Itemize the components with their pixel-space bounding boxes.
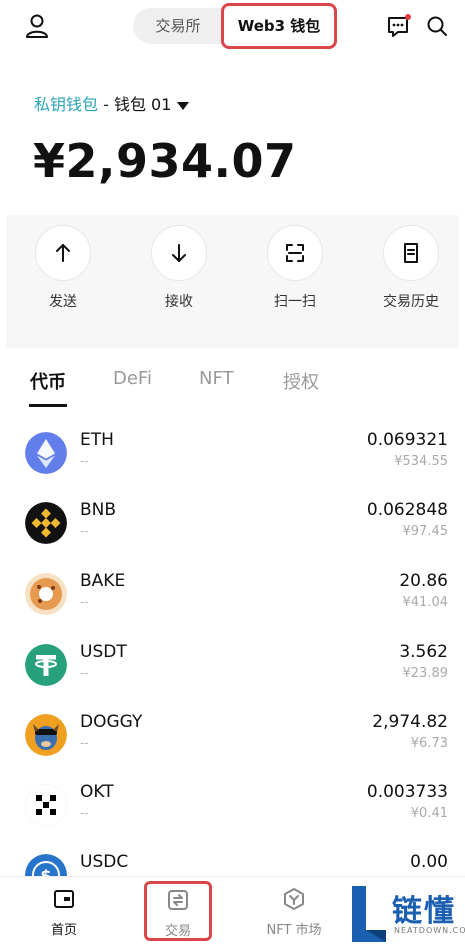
token-row-bnb[interactable]: BNB -- 0.062848 ¥97.45 (0, 494, 465, 564)
tab-exchange[interactable]: 交易所 (133, 8, 223, 44)
watermark-domain: NEATDOWN.COM (394, 926, 465, 935)
okt-logo-icon (25, 784, 67, 826)
top-bar: 交易所 Web3 钱包 (0, 0, 465, 52)
token-value: ¥97.45 (402, 524, 449, 539)
active-tab-indicator (29, 404, 67, 407)
scan-icon (286, 244, 304, 262)
history-button[interactable]: 交易历史 (366, 225, 456, 311)
total-balance: ¥2,934.07 (33, 134, 297, 188)
history-label: 交易历史 (383, 294, 439, 310)
quick-actions: 发送 接收 扫一扫 交易历史 (6, 215, 459, 348)
scan-button[interactable]: 扫一扫 (250, 225, 340, 311)
token-sub: -- (80, 524, 89, 538)
home-icon (54, 890, 74, 908)
send-label: 发送 (49, 294, 77, 310)
arrow-down-icon (172, 244, 186, 262)
wallet-selector[interactable]: 私钥钱包 - 钱包 01 (34, 94, 190, 116)
send-button[interactable]: 发送 (18, 225, 108, 311)
token-amount: 0.069321 (366, 430, 448, 450)
token-value: ¥6.73 (410, 736, 448, 751)
token-symbol: USDC (80, 852, 129, 872)
token-sub: -- (80, 595, 89, 609)
token-sub: -- (80, 806, 89, 820)
token-symbol: USDT (80, 642, 127, 662)
asset-tabs: 代币 DeFi NFT 授权 (0, 360, 465, 410)
receive-label: 接收 (165, 294, 193, 310)
token-sub: -- (80, 454, 89, 468)
eth-logo-icon (25, 432, 67, 474)
arrow-up-icon (56, 244, 70, 262)
trade-icon (168, 890, 188, 910)
token-row-bake[interactable]: BAKE -- 20.86 ¥41.04 (0, 565, 465, 635)
token-symbol: DOGGY (80, 712, 143, 732)
token-amount: 0.003733 (366, 782, 448, 802)
history-icon (404, 243, 418, 263)
tab-tokens[interactable]: 代币 (30, 368, 66, 394)
tab-nft[interactable]: NFT (199, 368, 234, 389)
token-amount: 0.00 (410, 852, 448, 872)
usdt-logo-icon (25, 644, 67, 686)
watermark-name: 链懂 (392, 894, 456, 929)
nav-trade[interactable]: 交易 (144, 881, 212, 941)
token-amount: 0.062848 (366, 500, 448, 520)
token-sub: -- (80, 736, 89, 750)
token-value: ¥23.89 (402, 666, 449, 681)
caret-down-icon (177, 101, 190, 110)
scan-label: 扫一扫 (274, 294, 316, 310)
doggy-logo-icon (25, 714, 67, 756)
brand-mark-icon (352, 886, 386, 942)
token-value: ¥41.04 (402, 595, 449, 610)
token-row-doggy[interactable]: DOGGY -- 2,974.82 ¥6.73 (0, 706, 465, 776)
tab-web3-wallet[interactable]: Web3 钱包 (221, 3, 337, 49)
search-icon[interactable] (425, 14, 449, 38)
token-sub: -- (80, 666, 89, 680)
token-row-eth[interactable]: ETH -- 0.069321 ¥534.55 (0, 424, 465, 494)
nav-home[interactable]: 首页 (24, 887, 104, 938)
tab-defi[interactable]: DeFi (113, 368, 152, 389)
watermark-logo: 链懂 NEATDOWN.COM (350, 880, 465, 946)
wallet-type: 私钥钱包 (34, 95, 99, 114)
wallet-name: 钱包 01 (113, 95, 172, 114)
nav-home-label: 首页 (50, 923, 77, 938)
tab-approvals[interactable]: 授权 (283, 368, 319, 394)
receive-button[interactable]: 接收 (134, 225, 224, 311)
nav-trade-label: 交易 (164, 924, 191, 939)
token-value: ¥534.55 (394, 454, 448, 469)
nav-nft-market[interactable]: NFT 市场 (254, 887, 334, 938)
user-icon[interactable] (24, 13, 50, 39)
token-value: ¥0.41 (410, 806, 448, 821)
wallet-separator: - (98, 95, 114, 114)
token-symbol: ETH (80, 430, 114, 450)
token-symbol: OKT (80, 782, 114, 802)
bnb-logo-icon (25, 502, 67, 544)
token-row-usdt[interactable]: USDT -- 3.562 ¥23.89 (0, 636, 465, 706)
nft-market-icon (284, 888, 304, 910)
nav-nft-market-label: NFT 市场 (266, 923, 322, 938)
token-amount: 2,974.82 (372, 712, 448, 732)
token-amount: 3.562 (399, 642, 448, 662)
message-icon[interactable] (386, 13, 412, 39)
token-row-okt[interactable]: OKT -- 0.003733 ¥0.41 (0, 776, 465, 846)
bake-logo-icon (25, 573, 67, 615)
token-symbol: BNB (80, 500, 117, 520)
token-symbol: BAKE (80, 571, 126, 591)
token-amount: 20.86 (399, 571, 448, 591)
mode-switch: 交易所 Web3 钱包 (133, 3, 337, 49)
